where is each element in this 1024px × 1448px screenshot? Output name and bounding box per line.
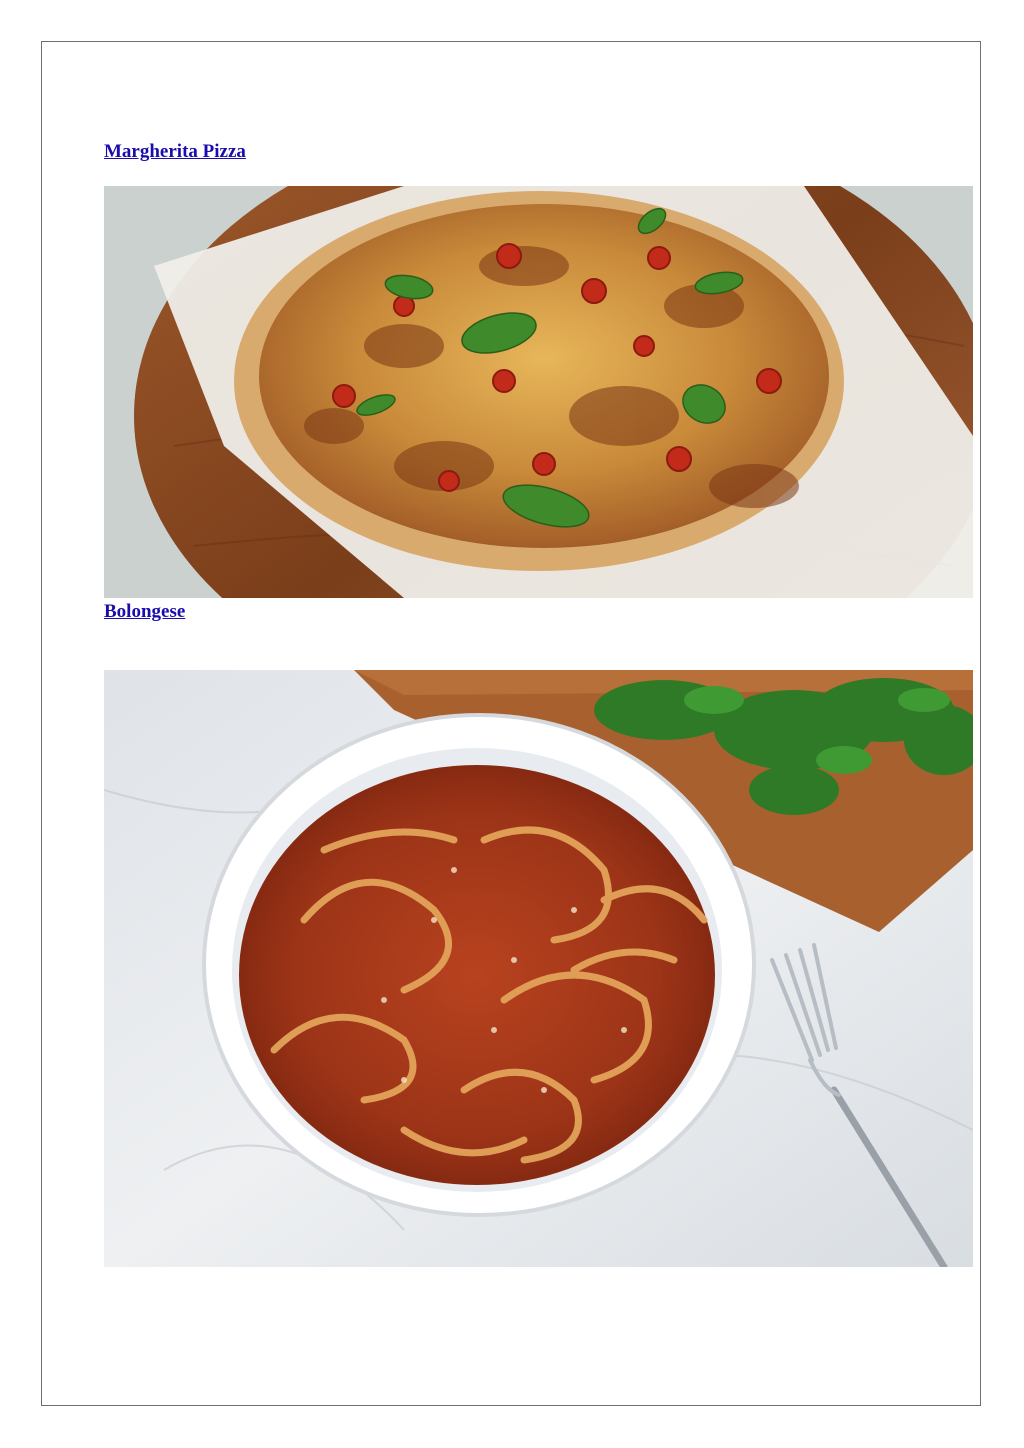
bolognese-photo [104, 670, 973, 1267]
margherita-pizza-photo [104, 186, 973, 598]
margherita-pizza-link[interactable]: Margherita Pizza [104, 141, 246, 163]
bolognese-link[interactable]: Bolongese [104, 601, 185, 623]
